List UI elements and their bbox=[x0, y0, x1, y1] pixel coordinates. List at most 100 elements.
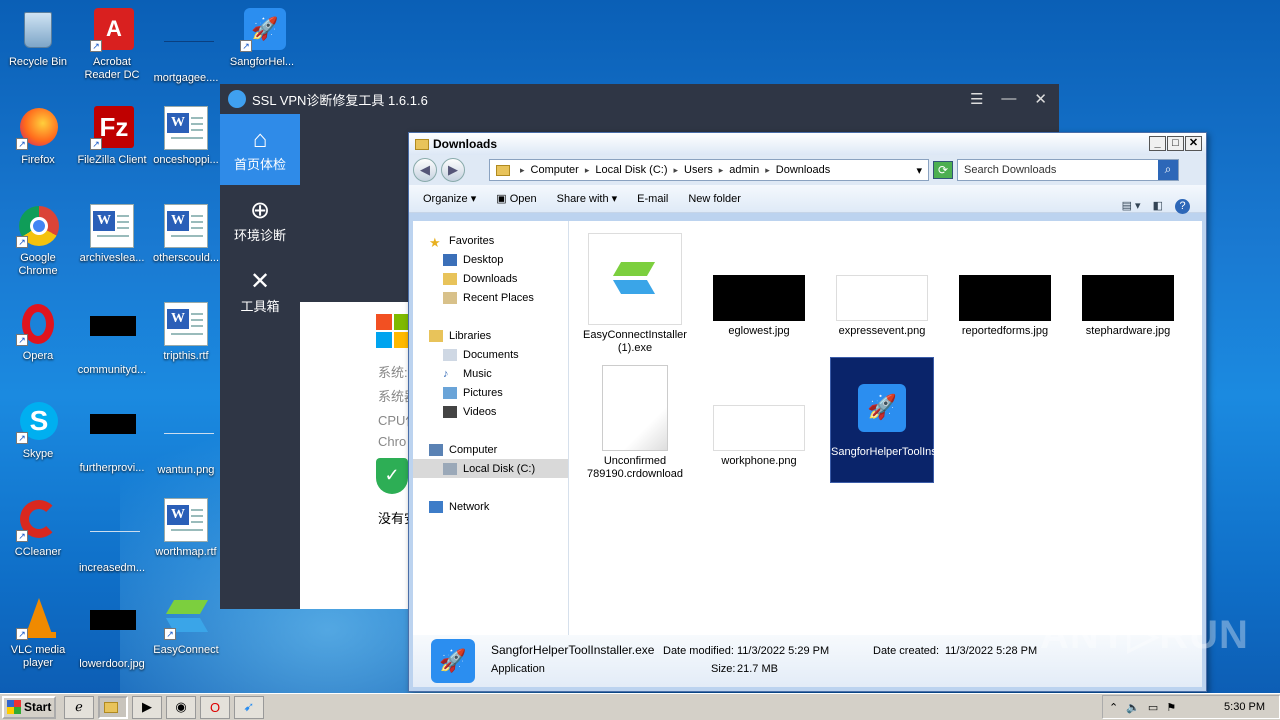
clock[interactable]: 5:30 PM bbox=[1224, 701, 1265, 713]
watermark: ANY▷RUN bbox=[1040, 613, 1249, 657]
nav-network[interactable]: Network bbox=[413, 497, 568, 516]
breadcrumb-item[interactable]: admin bbox=[729, 164, 759, 176]
search-input[interactable]: Search Downloads ⌕ bbox=[957, 159, 1179, 181]
nav-local-disk[interactable]: Local Disk (C:) bbox=[413, 459, 568, 478]
nav-recent-places[interactable]: Recent Places bbox=[413, 288, 568, 307]
explorer-taskbar-icon[interactable] bbox=[98, 695, 128, 719]
nav-computer[interactable]: Computer bbox=[413, 440, 568, 459]
search-icon[interactable]: ⌕ bbox=[1158, 160, 1178, 180]
desktop-icon-onceshoppi[interactable]: W onceshoppi... bbox=[148, 106, 224, 167]
image-thumbnail bbox=[713, 405, 805, 451]
desktop-icon-label: Google Chrome bbox=[18, 252, 58, 277]
desktop-icon-sangforhel[interactable]: 🚀 ↗ SangforHel... bbox=[224, 8, 300, 69]
desktop-icon-mortgagee[interactable]: mortgagee.... bbox=[148, 8, 224, 85]
view-options-icon[interactable]: ▤ ▾ bbox=[1122, 199, 1141, 214]
email-button[interactable]: E-mail bbox=[637, 193, 668, 205]
desktop-icon-acrobat[interactable]: A ↗ Acrobat Reader DC bbox=[74, 8, 150, 82]
desktop-icon-opera[interactable]: ↗ Opera bbox=[0, 302, 76, 363]
media-player-taskbar-icon[interactable]: ▶ bbox=[132, 695, 162, 719]
explorer-title-bar[interactable]: Downloads _ □ ✕ bbox=[409, 133, 1206, 155]
vpn-nav-toolbox[interactable]: ✕ 工具箱 bbox=[220, 256, 300, 327]
nav-documents[interactable]: Documents bbox=[413, 345, 568, 364]
close-button[interactable]: ✕ bbox=[1185, 136, 1202, 151]
music-icon: ♪ bbox=[443, 367, 449, 380]
file-item-selected[interactable]: 🚀 SangforHelperToolInstaller.exe bbox=[830, 357, 981, 483]
nav-desktop[interactable]: Desktop bbox=[413, 250, 568, 269]
desktop-icon-filezilla[interactable]: Fz ↗ FileZilla Client bbox=[74, 106, 150, 167]
file-item[interactable]: Unconfirmed 789190.crdownload bbox=[583, 359, 687, 481]
nav-favorites[interactable]: ★ Favorites bbox=[413, 231, 568, 250]
nav-libraries[interactable]: Libraries bbox=[413, 326, 568, 345]
new-folder-button[interactable]: New folder bbox=[688, 193, 741, 205]
desktop-icon-communityd[interactable]: communityd... bbox=[74, 302, 150, 377]
open-button[interactable]: ▣ Open bbox=[496, 192, 536, 205]
share-with-button[interactable]: Share with ▾ bbox=[557, 192, 618, 205]
breadcrumb-item[interactable]: Users bbox=[684, 164, 713, 176]
vpn-nav-home-check[interactable]: ⌂ 首页体检 bbox=[220, 114, 300, 185]
easyconnect-icon bbox=[588, 233, 682, 325]
breadcrumb-item[interactable]: Computer bbox=[531, 164, 579, 176]
preview-pane-icon[interactable]: ◧ bbox=[1153, 199, 1163, 214]
organize-button[interactable]: Organize ▾ bbox=[423, 192, 476, 205]
breadcrumb-item[interactable]: Local Disk (C:) bbox=[595, 164, 667, 176]
file-name: expressevent.png bbox=[838, 325, 926, 337]
chrome-taskbar-icon[interactable]: ◉ bbox=[166, 695, 196, 719]
menu-icon[interactable]: ☰ bbox=[970, 90, 983, 108]
file-item[interactable]: eglowest.jpg bbox=[707, 229, 811, 338]
vpn-nav-environment[interactable]: ⊕ 环境诊断 bbox=[220, 185, 300, 256]
close-icon[interactable]: ✕ bbox=[1034, 90, 1047, 108]
back-arrow-icon[interactable]: ◀ bbox=[413, 158, 437, 182]
address-bar[interactable]: ▸ Computer ▸ Local Disk (C:) ▸ Users ▸ a… bbox=[489, 159, 929, 181]
nav-pictures[interactable]: Pictures bbox=[413, 383, 568, 402]
easyconnect-icon: ↗ bbox=[164, 596, 209, 640]
help-icon[interactable]: ? bbox=[1175, 199, 1190, 214]
desktop-icon-ccleaner[interactable]: ↗ CCleaner bbox=[0, 498, 76, 559]
action-center-flag-icon[interactable]: ⚑ bbox=[1166, 701, 1176, 714]
file-item[interactable]: workphone.png bbox=[707, 359, 811, 468]
file-item[interactable]: expressevent.png bbox=[830, 229, 934, 338]
minimize-button[interactable]: _ bbox=[1149, 136, 1166, 151]
forward-arrow-icon[interactable]: ▶ bbox=[441, 158, 465, 182]
desktop-icon-label: tripthis.rtf bbox=[163, 350, 209, 362]
desktop-icon-vlc[interactable]: ↗ VLC media player bbox=[0, 596, 76, 670]
file-thumbnail-icon bbox=[90, 414, 136, 458]
desktop-icon-furtherprovi[interactable]: furtherprovi... bbox=[74, 400, 150, 475]
start-button[interactable]: Start bbox=[2, 695, 56, 719]
desktop-icon-wantun[interactable]: wantun.png bbox=[148, 400, 224, 477]
desktop-icon-increasedm[interactable]: increasedm... bbox=[74, 498, 150, 575]
file-item[interactable]: stephardware.jpg bbox=[1076, 229, 1180, 338]
show-hidden-icons[interactable]: ⌃ bbox=[1109, 701, 1118, 714]
chevron-right-icon: ▸ bbox=[673, 164, 679, 175]
drive-icon bbox=[443, 462, 457, 475]
details-filename: SangforHelperToolInstaller.exe bbox=[491, 643, 655, 657]
chevron-down-icon[interactable]: ▾ bbox=[916, 164, 922, 177]
refresh-icon[interactable]: ⟳ bbox=[933, 161, 953, 179]
nav-videos[interactable]: Videos bbox=[413, 402, 568, 421]
chevron-right-icon: ▸ bbox=[765, 164, 770, 175]
sangfor-taskbar-icon[interactable]: ➹ bbox=[234, 695, 264, 719]
system-tray: ⌃ 🔈 ▭ ⚑ 5:30 PM bbox=[1102, 695, 1280, 719]
nav-music[interactable]: ♪ Music bbox=[413, 364, 568, 383]
desktop-icon-skype[interactable]: S ↗ Skype bbox=[0, 400, 76, 461]
network-tray-icon[interactable]: ▭ bbox=[1148, 701, 1158, 714]
desktop-icon-archiveslea[interactable]: W archiveslea... bbox=[74, 204, 150, 265]
breadcrumb-item[interactable]: Downloads bbox=[776, 164, 830, 176]
minimize-icon[interactable]: — bbox=[1001, 90, 1016, 108]
file-item[interactable]: reportedforms.jpg bbox=[953, 229, 1057, 338]
desktop-icon-recycle-bin[interactable]: Recycle Bin bbox=[0, 8, 76, 69]
desktop-icon-chrome[interactable]: ↗ Google Chrome bbox=[0, 204, 76, 278]
desktop-icon-easyconnect[interactable]: ↗ EasyConnect bbox=[148, 596, 224, 657]
nav-downloads[interactable]: Downloads bbox=[413, 269, 568, 288]
maximize-button[interactable]: □ bbox=[1167, 136, 1184, 151]
desktop-icon-firefox[interactable]: ↗ Firefox bbox=[0, 106, 76, 167]
desktop-icon-tripthis[interactable]: W tripthis.rtf bbox=[148, 302, 224, 363]
desktop-icon-worthmap[interactable]: W worthmap.rtf bbox=[148, 498, 224, 559]
ie-taskbar-icon[interactable]: ℯ bbox=[64, 695, 94, 719]
speaker-icon[interactable]: 🔈 bbox=[1126, 701, 1140, 714]
desktop-icon-otherscould[interactable]: W otherscould... bbox=[148, 204, 224, 265]
opera-taskbar-icon[interactable]: O bbox=[200, 695, 230, 719]
file-item[interactable]: EasyConnectInstaller (1).exe bbox=[583, 229, 687, 355]
vpn-title-bar[interactable]: SSL VPN诊断修复工具 1.6.1.6 ☰ — ✕ bbox=[220, 84, 1059, 114]
desktop-icon-lowerdoor[interactable]: lowerdoor.jpg bbox=[74, 596, 150, 671]
address-row: ◀ ▶ ▸ Computer ▸ Local Disk (C:) ▸ Users… bbox=[409, 155, 1206, 185]
